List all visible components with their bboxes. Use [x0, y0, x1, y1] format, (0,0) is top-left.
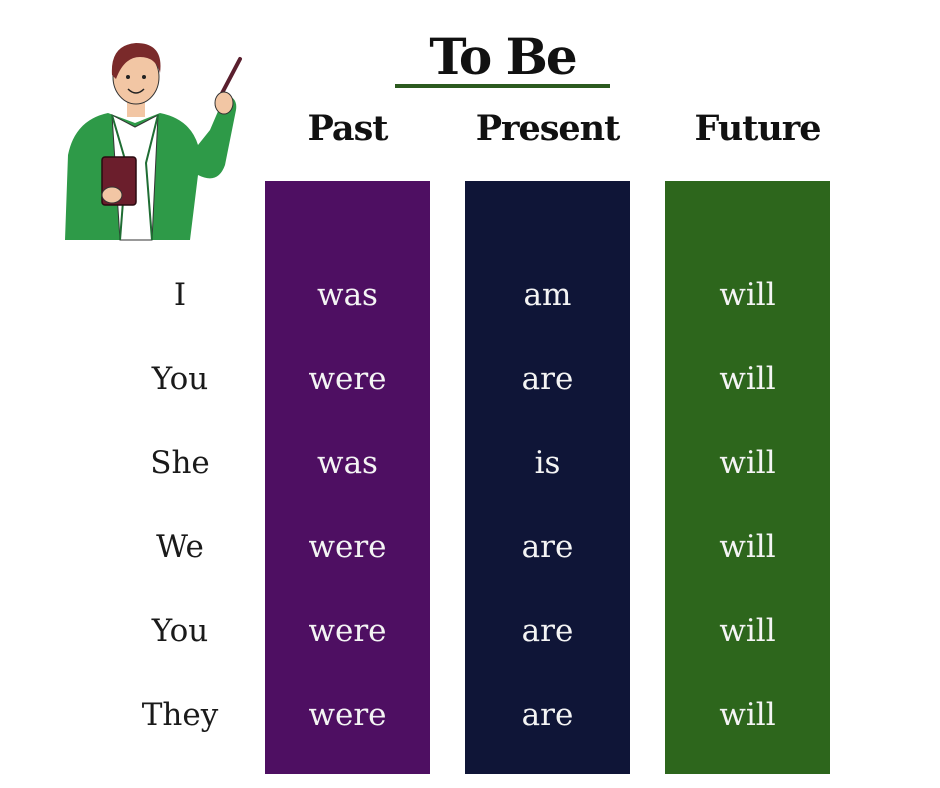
present-cell: are	[521, 613, 574, 649]
future-cell: will	[719, 613, 776, 649]
pronoun-label: She	[150, 445, 210, 481]
to-be-conjugation-chart: To Be Past Present Future was were was w…	[0, 0, 940, 788]
present-cell: are	[521, 697, 574, 733]
future-column: will will will will will will	[665, 181, 830, 774]
header-present: Present	[475, 108, 621, 149]
pronoun-label: I	[173, 277, 187, 313]
header-past: Past	[307, 108, 389, 149]
present-cell: are	[521, 361, 574, 397]
present-column: am are is are are are	[465, 181, 630, 774]
future-cell: will	[719, 361, 776, 397]
past-cell: was	[317, 277, 378, 313]
present-cell: am	[523, 277, 572, 313]
future-cell: will	[719, 697, 776, 733]
present-cell: are	[521, 529, 574, 565]
present-cell: is	[534, 445, 561, 481]
teacher-with-pointer-icon	[65, 43, 242, 241]
past-cell: were	[308, 697, 387, 733]
future-cell: will	[719, 277, 776, 313]
future-cell: will	[719, 445, 776, 481]
title-underline	[395, 84, 610, 88]
page-title: To Be	[429, 27, 577, 86]
header-future: Future	[694, 108, 821, 149]
pronoun-label: They	[141, 697, 219, 733]
past-column: was were was were were were	[265, 181, 430, 774]
past-cell: was	[317, 445, 378, 481]
past-cell: were	[308, 529, 387, 565]
pronoun-label: You	[151, 361, 209, 397]
pronoun-label: You	[151, 613, 209, 649]
past-cell: were	[308, 613, 387, 649]
pronoun-label: We	[156, 529, 204, 565]
past-cell: were	[308, 361, 387, 397]
future-cell: will	[719, 529, 776, 565]
